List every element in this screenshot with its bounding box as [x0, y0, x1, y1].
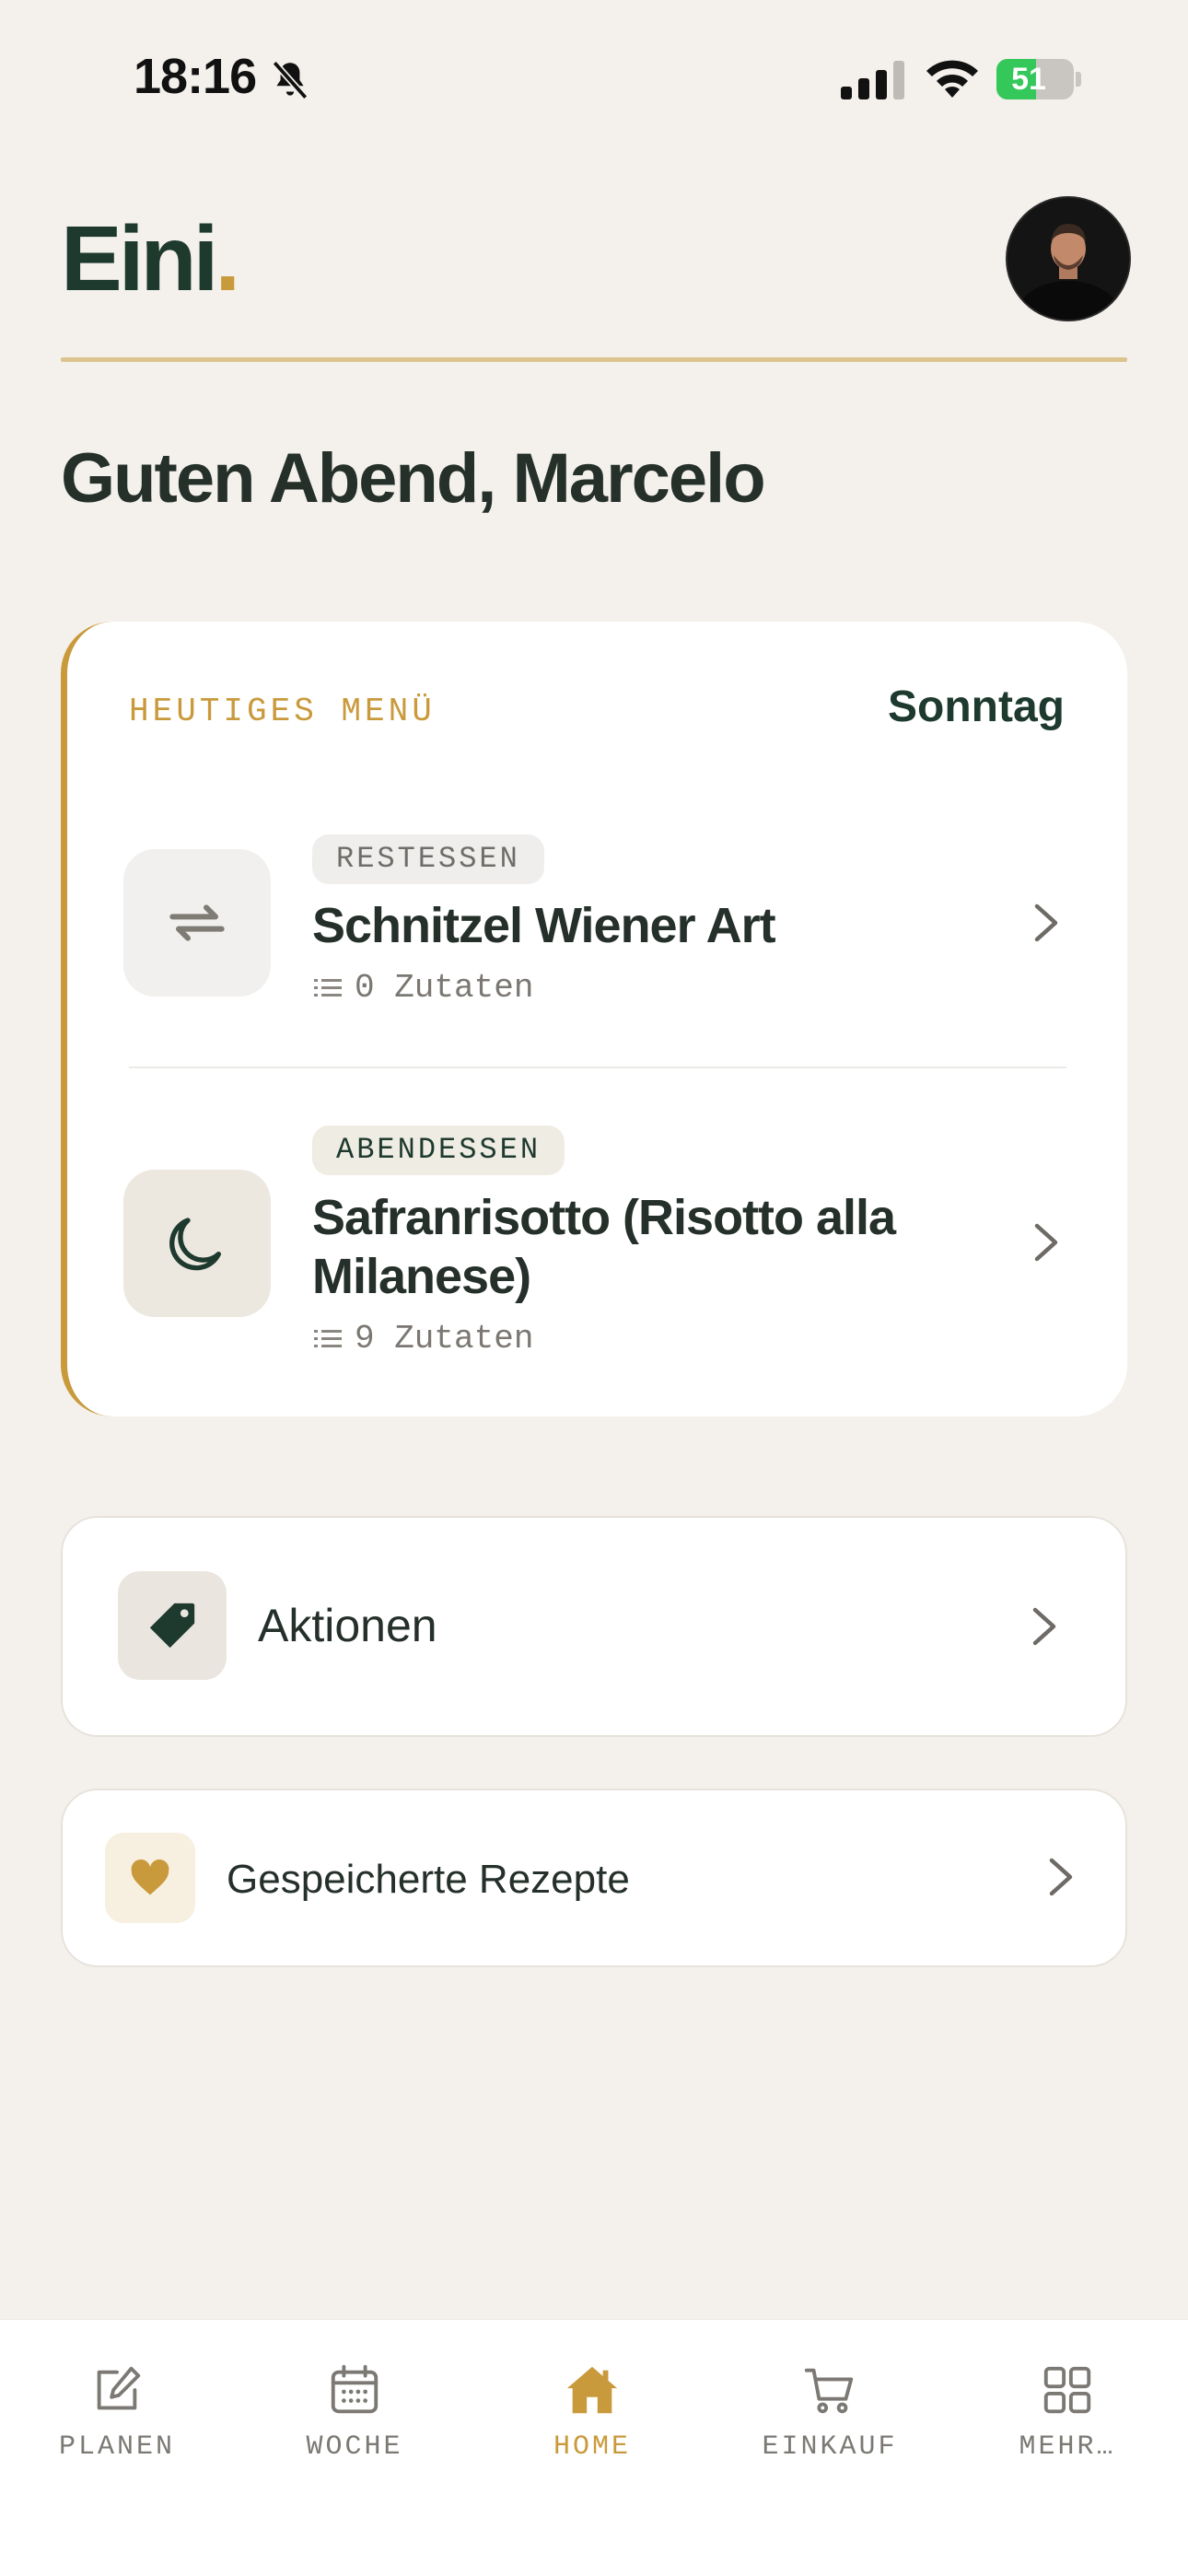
actions-label: Aktionen: [258, 1600, 437, 1651]
edit-icon: [97, 2366, 141, 2410]
today-menu-label: HEUTIGES MENÜ: [129, 693, 436, 730]
calendar-icon: [331, 2364, 379, 2414]
meal-ingredients: 0 Zutaten: [314, 969, 533, 1007]
meal-divider: [129, 1067, 1066, 1068]
meal-item-leftovers[interactable]: [123, 849, 271, 997]
header-divider: [61, 357, 1127, 362]
list-icon: [314, 978, 342, 997]
meal-type-badge: ABENDESSEN: [312, 1125, 565, 1175]
meal-title[interactable]: Safranrisotto (Risotto alla Milanese): [312, 1188, 975, 1306]
home-icon: [566, 2366, 618, 2414]
cellular-signal-icon: [841, 61, 904, 99]
grid-icon: [1043, 2366, 1091, 2414]
repeat-icon: [169, 904, 225, 941]
tab-label: HOME: [553, 2431, 631, 2463]
tag-icon: [149, 1603, 195, 1649]
tab-label: MEHR…: [1019, 2431, 1116, 2463]
today-menu-day: Sonntag: [888, 682, 1065, 731]
meal-ingredients: 9 Zutaten: [314, 1320, 533, 1358]
meal-type-badge: RESTESSEN: [312, 834, 544, 884]
battery-percent: 51: [1011, 62, 1046, 97]
tab-woche[interactable]: WOCHE: [262, 2361, 447, 2463]
meal-title[interactable]: Schnitzel Wiener Art: [312, 896, 975, 955]
battery-charging-icon: 51: [996, 59, 1081, 101]
chevron-right-icon[interactable]: [1030, 1220, 1063, 1265]
actions-icon-box: [118, 1571, 227, 1680]
tab-label: WOCHE: [306, 2431, 403, 2463]
tab-einkauf[interactable]: EINKAUF: [738, 2361, 922, 2463]
tab-mehr[interactable]: MEHR…: [975, 2361, 1159, 2463]
cart-icon: [804, 2368, 854, 2414]
greeting-title: Guten Abend, Marcelo: [61, 439, 766, 518]
bell-slash-icon: [272, 60, 309, 100]
meal-item-dinner[interactable]: [123, 1170, 271, 1317]
wifi-icon: [926, 60, 978, 98]
tab-label: PLANEN: [58, 2431, 176, 2463]
chevron-right-icon[interactable]: [1044, 1855, 1077, 1899]
app-logo: Eini.: [61, 207, 240, 310]
moon-icon: [169, 1218, 221, 1271]
user-avatar[interactable]: [1006, 196, 1131, 321]
tab-planen[interactable]: PLANEN: [25, 2361, 209, 2463]
saved-icon-box: [105, 1833, 195, 1923]
chevron-right-icon[interactable]: [1028, 1604, 1061, 1649]
chevron-right-icon[interactable]: [1030, 901, 1063, 945]
list-icon: [314, 1329, 342, 1347]
tab-home[interactable]: HOME: [500, 2361, 684, 2463]
tab-label: EINKAUF: [762, 2431, 898, 2463]
saved-recipes-label: Gespeicherte Rezepte: [227, 1857, 630, 1902]
status-time: 18:16: [134, 49, 257, 104]
heart-icon: [131, 1859, 169, 1895]
